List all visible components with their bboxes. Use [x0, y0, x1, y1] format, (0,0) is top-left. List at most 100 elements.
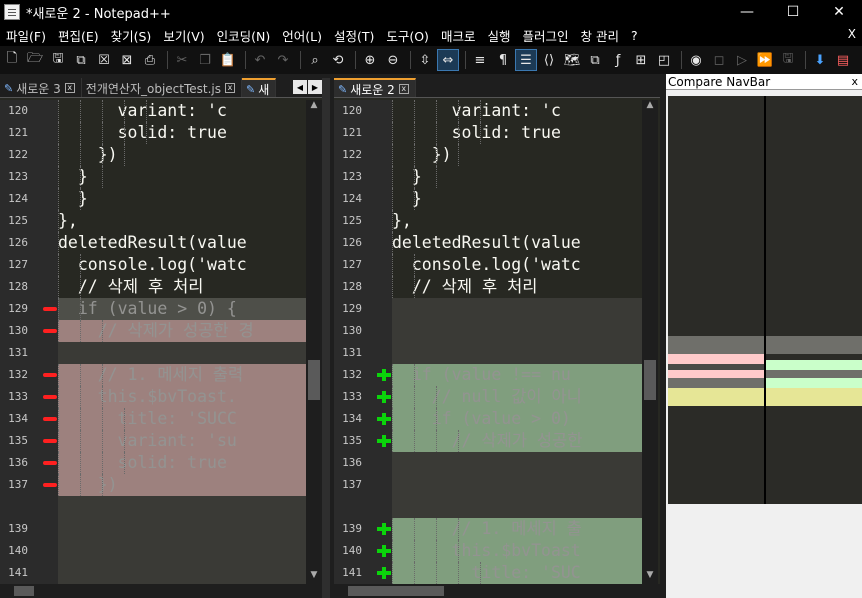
code-line[interactable]: }, 125	[0, 210, 306, 232]
code-line[interactable]: } 123	[334, 166, 642, 188]
code-line[interactable]: // 1. 메세지 출 139	[334, 518, 642, 540]
code-line[interactable]: // 1. 메세지 출력 132	[0, 364, 306, 386]
code-line[interactable]: } 124	[334, 188, 642, 210]
code-line[interactable]: 139	[0, 518, 306, 540]
menu-run[interactable]: 실행	[481, 26, 516, 45]
sync-vertical-icon[interactable]: ⇳	[415, 50, 435, 70]
close-window-button[interactable]: ✕	[816, 0, 862, 24]
scroll-thumb[interactable]	[14, 586, 34, 596]
code-line[interactable]: solid: true 136	[0, 452, 306, 474]
doc-map-icon[interactable]: 🗺	[562, 50, 582, 70]
code-line[interactable]: 136	[334, 452, 642, 474]
left-code-area[interactable]: variant: 'c 120 solid: true 121 }) 122 } 123…	[0, 100, 306, 584]
zoom-out-icon[interactable]: ⊖	[383, 50, 403, 70]
close-all-icon[interactable]: ⊠	[117, 50, 137, 70]
code-line[interactable]: deletedResult(value 126	[0, 232, 306, 254]
code-line[interactable]: this.$bvToast 140	[334, 540, 642, 562]
code-line[interactable]: if (value > 0) 134	[334, 408, 642, 430]
code-line[interactable]: // 삭제가 성공한 경 130	[0, 320, 306, 342]
code-line[interactable]: console.log('watc 127	[334, 254, 642, 276]
code-line[interactable]	[334, 496, 642, 518]
code-line[interactable]: } 123	[0, 166, 306, 188]
print-icon[interactable]: ⎙	[140, 50, 160, 70]
code-line[interactable]: 140	[0, 540, 306, 562]
record-macro-icon[interactable]: ◉	[686, 50, 706, 70]
close-document-button[interactable]: X	[848, 27, 856, 41]
menu-help[interactable]: ?	[625, 28, 644, 43]
code-line[interactable]: variant: 'c 120	[0, 100, 306, 122]
code-line[interactable]: }) 122	[334, 144, 642, 166]
find-icon[interactable]: ⌕	[305, 50, 325, 70]
show-all-chars-icon[interactable]: ¶	[493, 50, 513, 70]
code-line[interactable]: 129	[334, 298, 642, 320]
doc-list-icon[interactable]: ⧉	[585, 50, 605, 70]
code-line[interactable]: deletedResult(value 126	[334, 232, 642, 254]
menu-language[interactable]: 언어(L)	[276, 26, 328, 45]
tab-close-icon[interactable]: x	[398, 84, 409, 94]
code-line[interactable]: 141	[0, 562, 306, 584]
menu-settings[interactable]: 설정(T)	[328, 26, 380, 45]
menu-encoding[interactable]: 인코딩(N)	[211, 26, 277, 45]
maximize-button[interactable]: ☐	[770, 0, 816, 24]
right-code-area[interactable]: variant: 'c 120 solid: true 121 }) 122 } 123…	[334, 100, 642, 584]
compare-navbar-icon[interactable]: ⬇	[810, 50, 830, 70]
menu-tools[interactable]: 도구(O)	[380, 26, 435, 45]
tab-new-2-partial[interactable]: ✎ 새	[242, 78, 277, 97]
code-line[interactable]: 137	[334, 474, 642, 496]
copy-icon[interactable]: ❐	[195, 50, 215, 70]
sync-horizontal-icon[interactable]: ⇔	[437, 49, 459, 71]
menu-window[interactable]: 창 관리	[574, 26, 624, 45]
scroll-thumb[interactable]	[308, 360, 320, 400]
code-line[interactable]: if (value > 0) {129	[0, 298, 306, 320]
tab-new-3[interactable]: ✎ 새로운 3x	[0, 78, 82, 97]
stop-macro-icon[interactable]: ◻	[709, 50, 729, 70]
scroll-thumb[interactable]	[644, 360, 656, 400]
minimize-button[interactable]: —	[724, 0, 770, 24]
save-icon[interactable]: 🖫	[48, 50, 68, 70]
panel-splitter[interactable]	[322, 78, 330, 598]
word-wrap-icon[interactable]: ≡	[470, 50, 490, 70]
navbar-diff-map[interactable]	[668, 96, 862, 504]
scroll-thumb[interactable]	[348, 586, 444, 596]
menu-macro[interactable]: 매크로	[435, 26, 482, 45]
code-line[interactable]: // null 값이 아니 133	[334, 386, 642, 408]
code-line[interactable]: title: 'SUCC 134	[0, 408, 306, 430]
left-vertical-scrollbar[interactable]: ▲ ▼	[306, 100, 322, 584]
menu-view[interactable]: 보기(V)	[157, 26, 210, 45]
cut-icon[interactable]: ✂	[172, 50, 192, 70]
code-line[interactable]: variant: 'c 120	[334, 100, 642, 122]
undo-icon[interactable]: ↶	[250, 50, 270, 70]
code-line[interactable]: 131	[334, 342, 642, 364]
close-icon[interactable]: ☒	[94, 50, 114, 70]
tab-scroll-right-icon[interactable]: ▶	[308, 80, 322, 94]
code-line[interactable]: this.$bvToast. 133	[0, 386, 306, 408]
scroll-up-icon[interactable]: ▲	[642, 100, 658, 114]
code-line[interactable]: }) 122	[0, 144, 306, 166]
scroll-down-icon[interactable]: ▼	[306, 570, 322, 584]
code-line[interactable]: // 삭제 후 처리 128	[334, 276, 642, 298]
code-line[interactable]: variant: 'su 135	[0, 430, 306, 452]
code-line[interactable]	[0, 496, 306, 518]
code-line[interactable]: // 삭제 후 처리 128	[0, 276, 306, 298]
redo-icon[interactable]: ↷	[273, 50, 293, 70]
tab-spread-object-test[interactable]: 전개연산자_objectTest.js x	[82, 78, 243, 97]
udl-icon[interactable]: ⟨⟩	[539, 50, 559, 70]
scroll-down-icon[interactable]: ▼	[642, 570, 658, 584]
menu-search[interactable]: 찾기(S)	[105, 26, 158, 45]
tab-close-icon[interactable]: x	[225, 83, 236, 93]
code-line[interactable]: }) 137	[0, 474, 306, 496]
tab-new-2[interactable]: ✎ 새로운 2x	[334, 78, 416, 97]
open-file-icon[interactable]: 🗁	[25, 50, 45, 70]
code-line[interactable]: 130	[334, 320, 642, 342]
menu-edit[interactable]: 편집(E)	[52, 26, 105, 45]
right-vertical-scrollbar[interactable]: ▲ ▼	[642, 100, 658, 584]
right-horizontal-scrollbar[interactable]	[334, 584, 660, 598]
replace-icon[interactable]: ⟲	[328, 50, 348, 70]
code-line[interactable]: // 삭제가 성공한 135	[334, 430, 642, 452]
left-horizontal-scrollbar[interactable]	[0, 584, 322, 598]
code-line[interactable]: } 124	[0, 188, 306, 210]
indent-guide-icon[interactable]: ☰	[515, 49, 537, 71]
code-line[interactable]: solid: true 121	[334, 122, 642, 144]
compare-panel-icon[interactable]: ▤	[833, 50, 853, 70]
menu-plugins[interactable]: 플러그인	[516, 26, 574, 45]
